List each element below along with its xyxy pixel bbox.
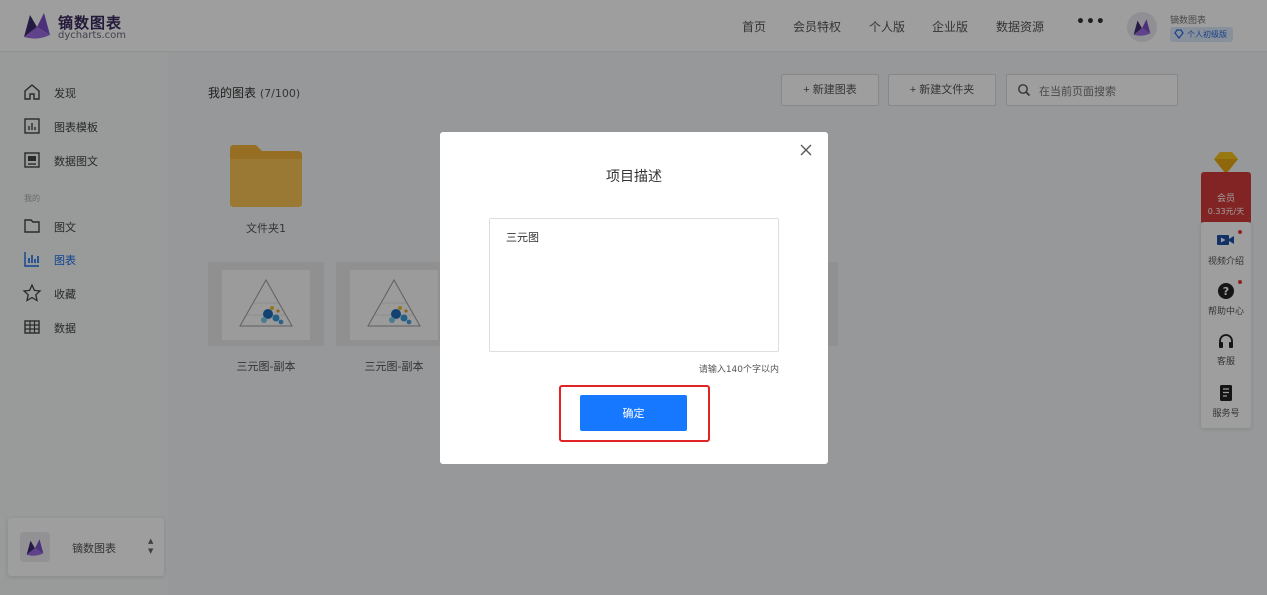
character-limit-hint: 请输入140个字以内: [698, 365, 779, 375]
close-icon[interactable]: [798, 142, 814, 158]
project-description-dialog: 项目描述 请输入140个字以内 确定: [440, 132, 828, 464]
dialog-title: 项目描述: [606, 169, 662, 185]
confirm-button[interactable]: 确定: [580, 395, 687, 431]
description-textarea[interactable]: [489, 218, 779, 352]
